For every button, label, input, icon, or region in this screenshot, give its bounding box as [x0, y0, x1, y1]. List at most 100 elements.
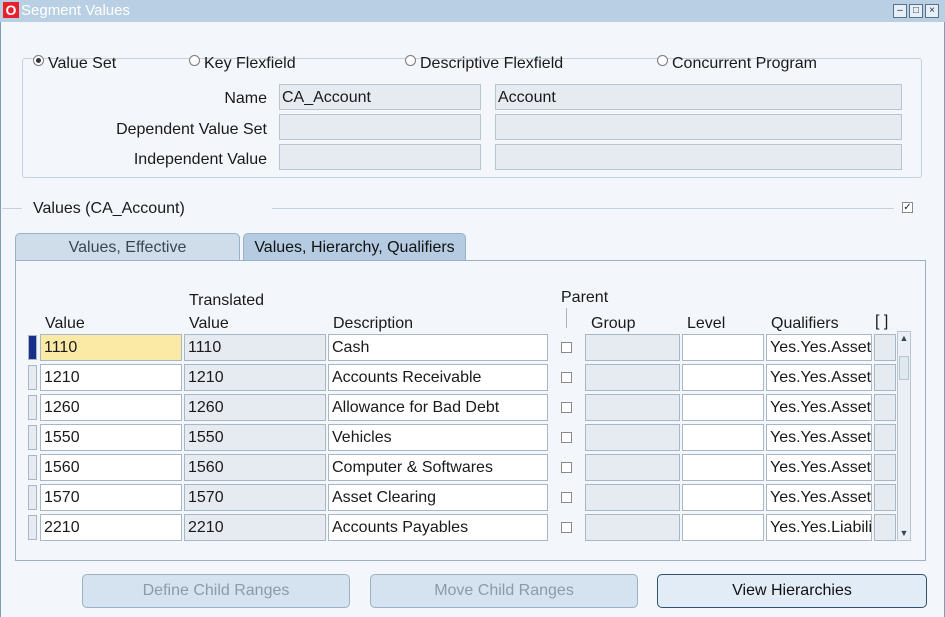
translated-value-cell[interactable]: 1110 — [184, 334, 326, 361]
flex-bracket-cell[interactable] — [874, 364, 896, 391]
translated-value-cell[interactable]: 1210 — [184, 364, 326, 391]
description-cell[interactable]: Cash — [328, 334, 548, 361]
flex-bracket-cell[interactable] — [874, 484, 896, 511]
col-header-value: Value — [45, 315, 85, 332]
independent-value-field[interactable] — [279, 144, 481, 170]
values-section-title: Values (CA_Account) — [33, 200, 185, 217]
col-header-qualifiers: Qualifiers — [771, 315, 839, 332]
value-cell[interactable]: 1560 — [40, 454, 182, 481]
tab-values-effective[interactable]: Values, Effective — [15, 233, 240, 260]
value-cell[interactable]: 1260 — [40, 394, 182, 421]
value-cell[interactable]: 1570 — [40, 484, 182, 511]
flex-bracket-cell[interactable] — [874, 394, 896, 421]
parent-checkbox[interactable] — [561, 492, 572, 503]
radio-label: Value Set — [48, 55, 117, 72]
translated-value-cell[interactable]: 2210 — [184, 514, 326, 541]
dependent-value-set-label: Dependent Value Set — [116, 121, 267, 138]
value-cell[interactable]: 2210 — [40, 514, 182, 541]
row-selector[interactable] — [28, 395, 37, 420]
view-hierarchies-button[interactable]: View Hierarchies — [657, 574, 927, 608]
level-cell[interactable] — [682, 364, 764, 391]
section-expand-checkbox[interactable]: ✓ — [902, 202, 913, 213]
col-header-description: Description — [333, 315, 414, 332]
radio-label: Concurrent Program — [672, 55, 817, 72]
flex-bracket-cell[interactable] — [874, 514, 896, 541]
level-cell[interactable] — [682, 424, 764, 451]
value-cell[interactable]: 1110 — [40, 334, 182, 361]
maximize-icon[interactable]: □ — [909, 4, 923, 18]
translated-value-cell[interactable]: 1560 — [184, 454, 326, 481]
row-selector[interactable] — [28, 455, 37, 480]
description-cell[interactable]: Asset Clearing — [328, 484, 548, 511]
dependent-value-set-field[interactable] — [279, 114, 481, 140]
parent-checkbox[interactable] — [561, 372, 572, 383]
parent-checkbox[interactable] — [561, 432, 572, 443]
minimize-icon[interactable]: – — [893, 4, 907, 18]
flex-bracket-cell[interactable] — [874, 334, 896, 361]
vertical-scrollbar[interactable]: ▲ ▼ — [897, 331, 911, 541]
row-selector[interactable] — [28, 425, 37, 450]
group-cell[interactable] — [585, 364, 680, 391]
name-label: Name — [224, 90, 267, 107]
parent-checkbox[interactable] — [561, 342, 572, 353]
qualifiers-cell[interactable]: Yes.Yes.Asset — [766, 424, 872, 451]
description-cell[interactable]: Computer & Softwares — [328, 454, 548, 481]
name-field[interactable]: CA_Account — [279, 84, 481, 110]
group-cell[interactable] — [585, 394, 680, 421]
description-cell[interactable]: Allowance for Bad Debt — [328, 394, 548, 421]
scroll-up-icon[interactable]: ▲ — [899, 333, 909, 343]
qualifiers-cell[interactable]: Yes.Yes.Asset — [766, 484, 872, 511]
description-cell[interactable]: Accounts Receivable — [328, 364, 548, 391]
translated-value-cell[interactable]: 1550 — [184, 424, 326, 451]
parent-checkbox[interactable] — [561, 522, 572, 533]
translated-value-cell[interactable]: 1260 — [184, 394, 326, 421]
radio-selected-icon — [33, 55, 44, 66]
level-cell[interactable] — [682, 454, 764, 481]
tab-values-hierarchy-qualifiers[interactable]: Values, Hierarchy, Qualifiers — [243, 233, 466, 260]
radio-concurrent-program[interactable]: Concurrent Program — [657, 55, 817, 73]
close-icon[interactable]: × — [925, 4, 939, 18]
dependent-value-set-desc-field[interactable] — [495, 114, 902, 140]
level-cell[interactable] — [682, 484, 764, 511]
description-cell[interactable]: Accounts Payables — [328, 514, 548, 541]
level-cell[interactable] — [682, 514, 764, 541]
description-cell[interactable]: Vehicles — [328, 424, 548, 451]
window-title: Segment Values — [21, 2, 130, 19]
col-header-translated-value: Value — [189, 315, 229, 332]
radio-descriptive-flexfield[interactable]: Descriptive Flexfield — [405, 55, 563, 73]
value-cell[interactable]: 1210 — [40, 364, 182, 391]
value-cell[interactable]: 1550 — [40, 424, 182, 451]
row-selector[interactable] — [28, 335, 37, 360]
move-child-ranges-button[interactable]: Move Child Ranges — [370, 574, 638, 608]
row-selector[interactable] — [28, 365, 37, 390]
parent-checkbox[interactable] — [561, 402, 572, 413]
group-cell[interactable] — [585, 484, 680, 511]
group-cell[interactable] — [585, 334, 680, 361]
independent-value-desc-field[interactable] — [495, 144, 902, 170]
level-cell[interactable] — [682, 334, 764, 361]
group-cell[interactable] — [585, 514, 680, 541]
flex-bracket-cell[interactable] — [874, 454, 896, 481]
qualifiers-cell[interactable]: Yes.Yes.Asset — [766, 334, 872, 361]
translated-value-cell[interactable]: 1570 — [184, 484, 326, 511]
scroll-down-icon[interactable]: ▼ — [899, 528, 909, 538]
level-cell[interactable] — [682, 394, 764, 421]
qualifiers-cell[interactable]: Yes.Yes.Liability — [766, 514, 872, 541]
qualifiers-cell[interactable]: Yes.Yes.Asset — [766, 364, 872, 391]
define-child-ranges-button[interactable]: Define Child Ranges — [82, 574, 350, 608]
radio-icon — [657, 55, 668, 66]
scroll-thumb[interactable] — [899, 356, 909, 380]
qualifiers-cell[interactable]: Yes.Yes.Asset — [766, 394, 872, 421]
group-cell[interactable] — [585, 424, 680, 451]
radio-key-flexfield[interactable]: Key Flexfield — [189, 55, 296, 73]
group-cell[interactable] — [585, 454, 680, 481]
qualifiers-cell[interactable]: Yes.Yes.Asset — [766, 454, 872, 481]
oracle-logo-icon: O — [3, 2, 19, 18]
flex-bracket-cell[interactable] — [874, 424, 896, 451]
row-selector[interactable] — [28, 515, 37, 540]
name-description-field[interactable]: Account — [495, 84, 902, 110]
col-header-brackets: [ ] — [875, 313, 889, 330]
parent-checkbox[interactable] — [561, 462, 572, 473]
row-selector[interactable] — [28, 485, 37, 510]
radio-value-set[interactable]: Value Set — [33, 55, 116, 73]
